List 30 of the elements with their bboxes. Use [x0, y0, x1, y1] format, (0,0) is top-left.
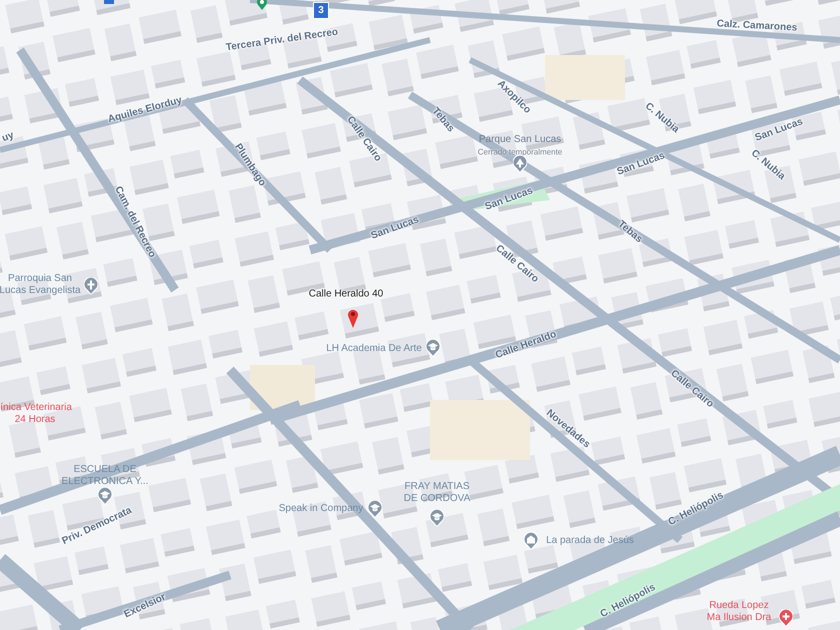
place-label[interactable]: línica Veterinaria 24 Horas	[0, 402, 72, 426]
transit-sign-icon	[104, 0, 114, 4]
street-label: San Lucas	[616, 150, 666, 178]
street-label: uy	[0, 130, 16, 144]
map-pin-icon[interactable]	[347, 308, 359, 328]
mortarboard-icon[interactable]	[430, 510, 444, 526]
pin-label: Calle Heraldo 40	[308, 288, 384, 300]
place-label[interactable]: Speak in Company	[278, 503, 364, 515]
street-label: San Lucas	[370, 214, 420, 242]
transit-badge[interactable]: 3	[313, 2, 329, 19]
mortarboard-icon[interactable]	[426, 340, 440, 356]
plus-icon[interactable]	[779, 610, 793, 626]
mortarboard-icon[interactable]	[368, 500, 382, 518]
building-icon[interactable]	[524, 532, 538, 550]
place-label[interactable]: ESCUELA DE ELECTRONICA Y...	[62, 464, 148, 488]
status-note: Cerrado temporalmente	[478, 148, 562, 156]
place-label[interactable]: FRAY MATIAS DE CORDOVA	[404, 481, 470, 505]
place-label[interactable]: LH Academia De Arte	[326, 343, 422, 355]
location-marker-icon[interactable]	[255, 0, 269, 10]
street-label: Aquiles Elorduy	[106, 94, 184, 126]
street-label: San Lucas	[484, 185, 534, 213]
place-label[interactable]: Rueda Lopez Ma Ilusion Dra	[706, 600, 772, 624]
street-label: Calz. Camarones	[716, 18, 798, 34]
place-label[interactable]: Parque San Lucas	[478, 134, 562, 146]
street-label: Tercera Priv. del Recreo	[225, 26, 339, 54]
cross-icon[interactable]	[84, 278, 98, 294]
street-label: San Lucas	[754, 116, 804, 144]
mortarboard-icon[interactable]	[98, 488, 112, 504]
place-label[interactable]: Parroquia San Lucas Evangelista	[0, 273, 81, 297]
street-label: Calle Heraldo	[494, 328, 558, 362]
